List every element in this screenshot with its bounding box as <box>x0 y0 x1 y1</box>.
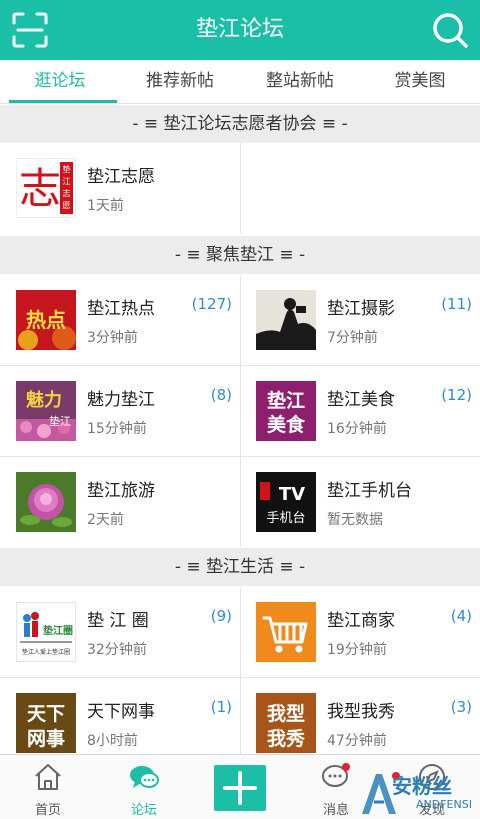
watermark-text: 安粉丝 <box>392 774 452 798</box>
search-icon[interactable] <box>430 10 470 50</box>
nav-forum[interactable]: 论坛 <box>96 755 192 819</box>
thumb-text: 热点 <box>26 308 66 332</box>
thumb-subtext: 美食 <box>267 413 306 436</box>
forum-thumbnail: 我型 我秀 <box>256 693 316 753</box>
divider <box>240 143 241 233</box>
forum-card-charm[interactable]: 魅力 垫江 魅力垫江 15分钟前 (8) <box>0 366 240 456</box>
thumb-subtext: 垫江 <box>49 414 71 428</box>
post-count: (9) <box>210 607 232 625</box>
tab-bar: 逛论坛 推荐新帖 整站新帖 赏美图 <box>0 60 480 104</box>
forum-card-mobile-tv[interactable]: TV 手机台 垫江手机台 暂无数据 <box>240 457 480 547</box>
nav-home[interactable]: 首页 <box>0 755 96 819</box>
forum-thumbnail: 志 垫 江 志 愿 <box>16 158 76 218</box>
tab-gallery[interactable]: 赏美图 <box>360 60 480 103</box>
thumb-text: 天下 <box>27 703 65 725</box>
forum-card-hot[interactable]: 热点 垫江热点 3分钟前 (127) <box>0 275 240 365</box>
forum-updated-time: 19分钟前 <box>327 642 387 658</box>
post-count: (127) <box>191 295 232 313</box>
new-post-button[interactable] <box>214 765 266 811</box>
tab-browse-forum[interactable]: 逛论坛 <box>0 60 120 103</box>
plus-icon <box>223 771 257 805</box>
forum-updated-time: 1天前 <box>87 198 124 214</box>
forum-thumbnail: 魅力 垫江 <box>16 381 76 441</box>
message-icon <box>322 763 350 787</box>
forum-thumbnail <box>256 602 316 662</box>
forum-thumbnail: 热点 <box>16 290 76 350</box>
thumb-text: 志 <box>19 164 61 213</box>
thumb-text: 垫江圈 <box>43 624 73 637</box>
forum-name: 垫江商家 <box>327 611 395 631</box>
thumb-subtext: 我秀 <box>267 728 306 750</box>
forum-name: 天下网事 <box>87 702 155 722</box>
forum-name: 垫江志愿 <box>87 167 155 187</box>
post-count: (4) <box>450 607 472 625</box>
forum-thumbnail: 天下 网事 <box>16 693 76 753</box>
forum-updated-time: 2天前 <box>87 512 124 528</box>
svg-text:江: 江 <box>63 177 71 186</box>
forum-updated-time: 暂无数据 <box>327 512 383 528</box>
forum-updated-time: 32分钟前 <box>87 642 147 658</box>
forum-updated-time: 7分钟前 <box>327 330 378 346</box>
forum-card-photography[interactable]: 垫江摄影 7分钟前 (11) <box>240 275 480 365</box>
thumb-text: 垫江 <box>267 390 305 412</box>
watermark-subtext: ANDFENSI <box>416 798 472 811</box>
page-title: 垫江论坛 <box>195 17 284 42</box>
divider <box>240 587 241 754</box>
forum-card-merchants[interactable]: 垫江商家 19分钟前 (4) <box>240 587 480 677</box>
thumb-text: 魅力 <box>26 389 62 411</box>
post-count: (8) <box>210 386 232 404</box>
thumb-text: TV <box>279 484 305 505</box>
forum-name: 垫 江 圈 <box>87 611 149 631</box>
forum-updated-time: 8小时前 <box>87 733 138 749</box>
svg-text:愿: 愿 <box>63 201 71 210</box>
forum-updated-time: 16分钟前 <box>327 421 387 437</box>
forum-name: 我型我秀 <box>327 702 395 722</box>
forum-name: 垫江美食 <box>327 390 395 410</box>
thumb-subtext: 网事 <box>27 727 65 750</box>
nav-label: 首页 <box>34 803 61 818</box>
forum-name: 垫江旅游 <box>87 481 155 501</box>
section-header-volunteer: - ≡ 垫江论坛志愿者协会 ≡ - <box>0 105 480 143</box>
post-count: (3) <box>450 698 472 716</box>
forum-card-food[interactable]: 垫江 美食 垫江美食 16分钟前 (12) <box>240 366 480 456</box>
section-header-focus: - ≡ 聚焦垫江 ≡ - <box>0 236 480 274</box>
forum-updated-time: 15分钟前 <box>87 421 147 437</box>
forum-updated-time: 47分钟前 <box>327 733 387 749</box>
forum-card-circle[interactable]: 垫江圈 垫江人爱上垫江圈 垫 江 圈 32分钟前 (9) <box>0 587 240 677</box>
forum-thumbnail <box>256 290 316 350</box>
forum-icon <box>130 766 159 788</box>
nav-label: 论坛 <box>130 803 157 818</box>
forum-name: 魅力垫江 <box>87 390 155 410</box>
forum-name: 垫江摄影 <box>327 299 395 319</box>
post-count: (11) <box>441 295 472 313</box>
forum-name: 垫江手机台 <box>327 481 412 501</box>
tab-recommended[interactable]: 推荐新帖 <box>120 60 240 103</box>
forum-updated-time: 3分钟前 <box>87 330 138 346</box>
divider <box>240 275 241 547</box>
forum-thumbnail <box>16 472 76 532</box>
svg-text:志: 志 <box>63 188 71 198</box>
forum-card-volunteer[interactable]: 志 垫 江 志 愿 垫江志愿 1天前 <box>0 143 240 233</box>
forum-thumbnail: TV 手机台 <box>256 472 316 532</box>
forum-card-travel[interactable]: 垫江旅游 2天前 <box>0 457 240 547</box>
top-bar: 垫江论坛 <box>0 0 480 60</box>
thumb-subtext: 手机台 <box>266 511 305 526</box>
post-count: (1) <box>210 698 232 716</box>
thumb-subtext: 垫江人爱上垫江圈 <box>22 648 70 656</box>
home-icon <box>35 764 61 790</box>
section-header-life: - ≡ 垫江生活 ≡ - <box>0 548 480 586</box>
thumb-text: 我型 <box>267 702 305 725</box>
tab-site-new[interactable]: 整站新帖 <box>240 60 360 103</box>
forum-name: 垫江热点 <box>87 299 155 319</box>
forum-thumbnail: 垫江 美食 <box>256 381 316 441</box>
post-count: (12) <box>441 386 472 404</box>
svg-text:垫: 垫 <box>63 164 71 174</box>
forum-thumbnail: 垫江圈 垫江人爱上垫江圈 <box>16 602 76 662</box>
